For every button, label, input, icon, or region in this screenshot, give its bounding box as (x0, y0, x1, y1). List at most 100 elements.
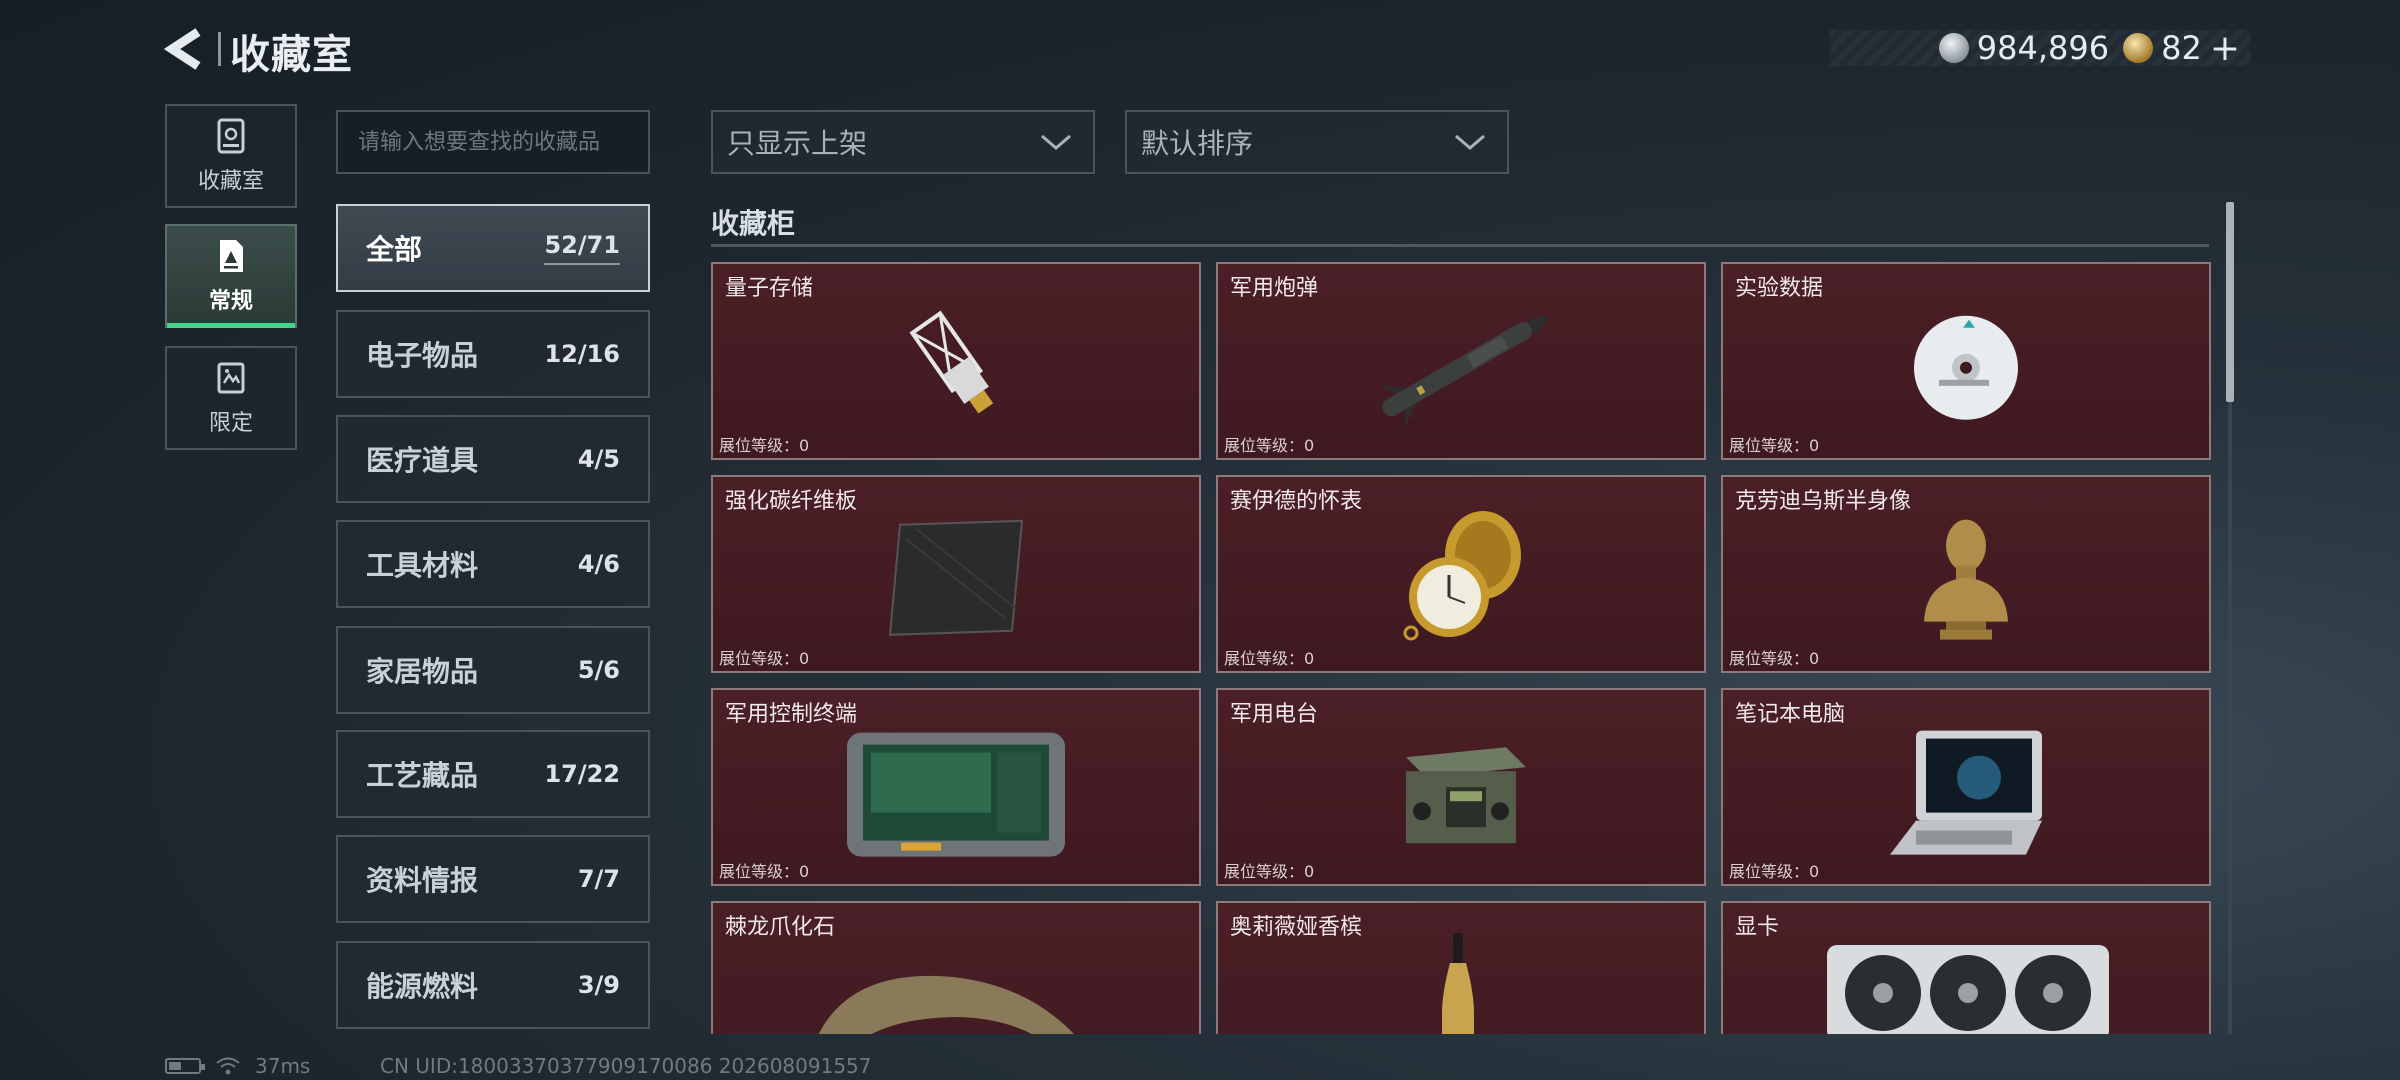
page-title: 收藏室 (230, 32, 353, 78)
gpu-icon (1827, 945, 2109, 1034)
category-name: 家居物品 (366, 655, 479, 688)
display-filter-dropdown[interactable]: 只显示上架 (711, 110, 1095, 174)
radio-icon (1406, 747, 1526, 844)
laptop-icon (1890, 730, 2042, 855)
section-divider (711, 244, 2209, 247)
collection-card[interactable]: 军用电台 展位等级：0 (1216, 688, 1706, 886)
pocket-watch-icon (1403, 511, 1521, 641)
nav-label: 常规 (208, 289, 253, 314)
item-level: 展位等级：0 (1729, 436, 1820, 455)
collection-card[interactable]: 军用控制终端 展位等级：0 (711, 688, 1201, 886)
uid-text: CN UID:18003370377909170086 202608091557 (380, 1054, 872, 1078)
category-count: 7/7 (577, 865, 620, 893)
claw-fossil-icon (818, 975, 1074, 1034)
collection-card[interactable]: 棘龙爪化石 (711, 901, 1201, 1034)
document-icon (220, 240, 243, 272)
item-name: 量子存储 (725, 276, 814, 301)
nav-limited[interactable]: 限定 (165, 346, 297, 450)
nav-regular[interactable]: 常规 (165, 224, 297, 328)
usb-drive-icon (909, 310, 994, 414)
category-all[interactable]: 全部 52/71 (336, 204, 650, 292)
collection-card[interactable]: 显卡 (1721, 901, 2211, 1034)
silver-amount: 984,896 (1976, 29, 2110, 67)
category-count: 52/71 (544, 231, 620, 265)
nav-collection-room[interactable]: 收藏室 (165, 104, 297, 208)
item-level: 展位等级：0 (719, 649, 810, 668)
ping-value: 37ms (255, 1054, 311, 1078)
category-crafts[interactable]: 工艺藏品 17/22 (336, 730, 650, 818)
item-name: 军用电台 (1230, 702, 1319, 727)
category-name: 能源燃料 (366, 970, 479, 1003)
bust-icon (1924, 519, 2008, 640)
back-arrow-icon (163, 28, 201, 70)
category-count: 4/6 (577, 550, 620, 578)
collection-card[interactable]: 克劳迪乌斯半身像 展位等级：0 (1721, 475, 2211, 673)
category-name: 医疗道具 (366, 444, 479, 477)
battery-icon (165, 1058, 205, 1074)
collection-card[interactable]: 实验数据 展位等级：0 (1721, 262, 2211, 460)
add-currency-button[interactable]: + (2210, 28, 2240, 69)
item-name: 奥莉薇娅香槟 (1230, 915, 1363, 940)
terminal-icon (847, 732, 1065, 857)
title-separator (218, 32, 221, 66)
item-name: 笔记本电脑 (1735, 702, 1846, 727)
gold-coin-icon (2123, 33, 2154, 63)
item-name: 棘龙爪化石 (725, 915, 836, 940)
item-name: 显卡 (1735, 915, 1780, 940)
carbon-plate-icon (888, 519, 1024, 636)
item-level: 展位等级：0 (1729, 862, 1820, 881)
status-bar: 37ms (165, 1054, 310, 1078)
item-level: 展位等级：0 (1224, 436, 1315, 455)
category-count: 12/16 (544, 340, 620, 368)
collection-grid: 量子存储 展位等级：0 军用炮弹 展位等级：0 实验数据 展位等级：0 强化碳纤… (711, 262, 2211, 1034)
item-name: 实验数据 (1735, 276, 1824, 301)
limited-card-icon (217, 362, 245, 394)
nav-label: 限定 (208, 411, 253, 436)
category-name: 资料情报 (366, 864, 479, 897)
category-name: 工艺藏品 (366, 759, 479, 792)
collection-card[interactable]: 量子存储 展位等级：0 (711, 262, 1201, 460)
collection-card[interactable]: 赛伊德的怀表 展位等级：0 (1216, 475, 1706, 673)
display-filter-value: 只显示上架 (727, 127, 868, 160)
champagne-icon (1442, 933, 1474, 1034)
item-name: 克劳迪乌斯半身像 (1735, 489, 1912, 514)
section-title: 收藏柜 (711, 207, 796, 240)
disc-icon (1914, 315, 2018, 420)
category-count: 17/22 (544, 760, 620, 788)
chevron-down-icon (1041, 134, 1071, 150)
category-count: 4/5 (577, 445, 620, 473)
scrollbar-thumb[interactable] (2226, 202, 2234, 402)
category-fuel[interactable]: 能源燃料 3/9 (336, 941, 650, 1029)
sort-value: 默认排序 (1141, 127, 1254, 160)
cabinet-icon (217, 118, 245, 154)
category-tools[interactable]: 工具材料 4/6 (336, 520, 650, 608)
chevron-down-icon (1455, 134, 1485, 150)
search-box[interactable] (336, 110, 650, 174)
collection-card[interactable]: 强化碳纤维板 展位等级：0 (711, 475, 1201, 673)
wifi-icon (216, 1057, 240, 1075)
gold-amount: 82 (2161, 29, 2202, 67)
gold-currency: 82 + (2123, 28, 2240, 69)
item-level: 展位等级：0 (719, 436, 810, 455)
category-intel[interactable]: 资料情报 7/7 (336, 835, 650, 923)
silver-coin-icon (1938, 33, 1969, 63)
back-button[interactable] (160, 26, 210, 72)
item-name: 赛伊德的怀表 (1230, 489, 1363, 514)
collection-card[interactable]: 军用炮弹 展位等级：0 (1216, 262, 1706, 460)
collection-card[interactable]: 笔记本电脑 展位等级：0 (1721, 688, 2211, 886)
category-electronics[interactable]: 电子物品 12/16 (336, 310, 650, 398)
search-input[interactable] (338, 112, 648, 172)
category-name: 工具材料 (366, 549, 479, 582)
category-medical[interactable]: 医疗道具 4/5 (336, 415, 650, 503)
item-name: 军用炮弹 (1230, 276, 1319, 301)
item-level: 展位等级：0 (1224, 649, 1315, 668)
category-household[interactable]: 家居物品 5/6 (336, 626, 650, 714)
category-name: 电子物品 (366, 339, 479, 372)
item-name: 强化碳纤维板 (725, 489, 858, 514)
nav-label: 收藏室 (197, 169, 264, 194)
category-count: 5/6 (577, 656, 620, 684)
sort-dropdown[interactable]: 默认排序 (1125, 110, 1509, 174)
category-count: 3/9 (577, 971, 620, 999)
item-name: 军用控制终端 (725, 702, 858, 727)
collection-card[interactable]: 奥莉薇娅香槟 (1216, 901, 1706, 1034)
